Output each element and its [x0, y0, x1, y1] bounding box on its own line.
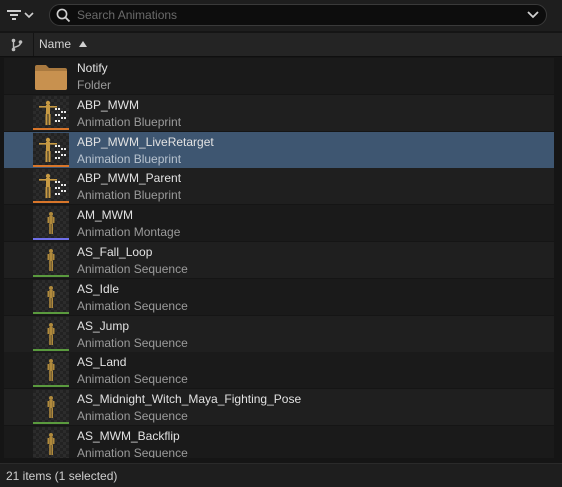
- asset-thumbnail: [33, 279, 69, 314]
- search-placeholder: Search Animations: [77, 8, 178, 22]
- asset-item[interactable]: ABP_MWM Animation Blueprint: [4, 94, 562, 131]
- asset-name: ABP_MWM_LiveRetarget: [77, 134, 214, 149]
- asset-type-color-bar: [33, 164, 69, 167]
- status-bar: 21 items (1 selected): [0, 463, 562, 487]
- asset-type: Animation Sequence: [77, 335, 188, 350]
- asset-name: AS_Land: [77, 355, 127, 370]
- asset-item[interactable]: AS_MWM_Backflip Animation Sequence: [4, 426, 562, 458]
- asset-type: Animation Sequence: [77, 298, 188, 313]
- asset-item[interactable]: ABP_MWM_LiveRetarget Animation Blueprint: [4, 131, 562, 168]
- asset-type-color-bar: [33, 385, 69, 388]
- source-control-icon: [11, 38, 22, 51]
- scrollbar[interactable]: [554, 58, 562, 458]
- asset-type-color-bar: [33, 127, 69, 130]
- asset-item[interactable]: AM_MWM Animation Montage: [4, 205, 562, 242]
- sort-ascending-icon: [79, 41, 87, 47]
- folder-item[interactable]: Notify Folder: [4, 58, 562, 94]
- column-header: Name: [0, 33, 562, 57]
- search-input[interactable]: Search Animations: [49, 4, 547, 26]
- asset-type: Animation Sequence: [77, 409, 188, 424]
- asset-name: ABP_MWM: [77, 97, 140, 112]
- search-options-chevron-icon[interactable]: [527, 10, 539, 20]
- source-control-column[interactable]: [0, 33, 34, 56]
- asset-type-color-bar: [33, 275, 69, 277]
- asset-name: AM_MWM: [77, 208, 133, 223]
- asset-type-color-bar: [33, 348, 69, 351]
- asset-type: Animation Montage: [77, 225, 181, 240]
- asset-name: AS_Fall_Loop: [77, 245, 153, 259]
- asset-thumbnail: [33, 243, 69, 277]
- asset-item[interactable]: AS_Jump Animation Sequence: [4, 315, 562, 352]
- asset-thumbnail: [33, 390, 69, 425]
- asset-type: Animation Sequence: [77, 372, 188, 387]
- filter-button[interactable]: [4, 5, 42, 25]
- asset-thumbnail: [33, 95, 69, 130]
- asset-name: ABP_MWM_Parent: [77, 171, 182, 186]
- asset-type: Folder: [77, 78, 112, 92]
- asset-name: AS_Idle: [77, 281, 120, 296]
- folder-icon: [33, 59, 69, 93]
- asset-thumbnail: [33, 169, 69, 204]
- asset-type-color-bar: [33, 311, 69, 314]
- asset-item[interactable]: AS_Midnight_Witch_Maya_Fighting_Pose Anim…: [4, 389, 562, 426]
- filter-icon: [7, 10, 21, 20]
- content-browser: Search Animations Name Notify Folder ABP_M…: [0, 0, 562, 487]
- asset-type: Animation Blueprint: [77, 114, 182, 129]
- asset-item[interactable]: AS_Fall_Loop Animation Sequence: [4, 242, 562, 278]
- search-icon: [56, 8, 71, 23]
- asset-name: AS_Jump: [77, 318, 130, 333]
- asset-thumbnail: [33, 427, 69, 458]
- asset-thumbnail: [33, 316, 69, 351]
- asset-item[interactable]: AS_Land Animation Sequence: [4, 352, 562, 389]
- asset-name: Notify: [77, 61, 108, 75]
- asset-type-color-bar: [33, 201, 69, 204]
- asset-type-color-bar: [33, 238, 69, 241]
- asset-item[interactable]: ABP_MWM_Parent Animation Blueprint: [4, 168, 562, 205]
- asset-type-color-bar: [33, 422, 69, 425]
- asset-list[interactable]: Notify Folder ABP_MWM Animation Blueprint AB…: [4, 58, 562, 458]
- asset-thumbnail: [33, 206, 69, 241]
- toolbar: Search Animations: [0, 0, 562, 31]
- asset-thumbnail: [33, 353, 69, 388]
- name-column-header[interactable]: Name: [39, 37, 71, 51]
- asset-type: Animation Blueprint: [77, 151, 182, 166]
- asset-type: Animation Sequence: [77, 446, 188, 458]
- asset-name: AS_MWM_Backflip: [77, 429, 180, 443]
- asset-type: Animation Blueprint: [77, 188, 182, 203]
- asset-thumbnail: [33, 132, 69, 167]
- asset-name: AS_Midnight_Witch_Maya_Fighting_Pose: [77, 392, 302, 407]
- chevron-down-icon: [24, 12, 34, 19]
- item-count-status: 21 items (1 selected): [6, 469, 118, 483]
- asset-type: Animation Sequence: [77, 262, 188, 276]
- asset-item[interactable]: AS_Idle Animation Sequence: [4, 278, 562, 315]
